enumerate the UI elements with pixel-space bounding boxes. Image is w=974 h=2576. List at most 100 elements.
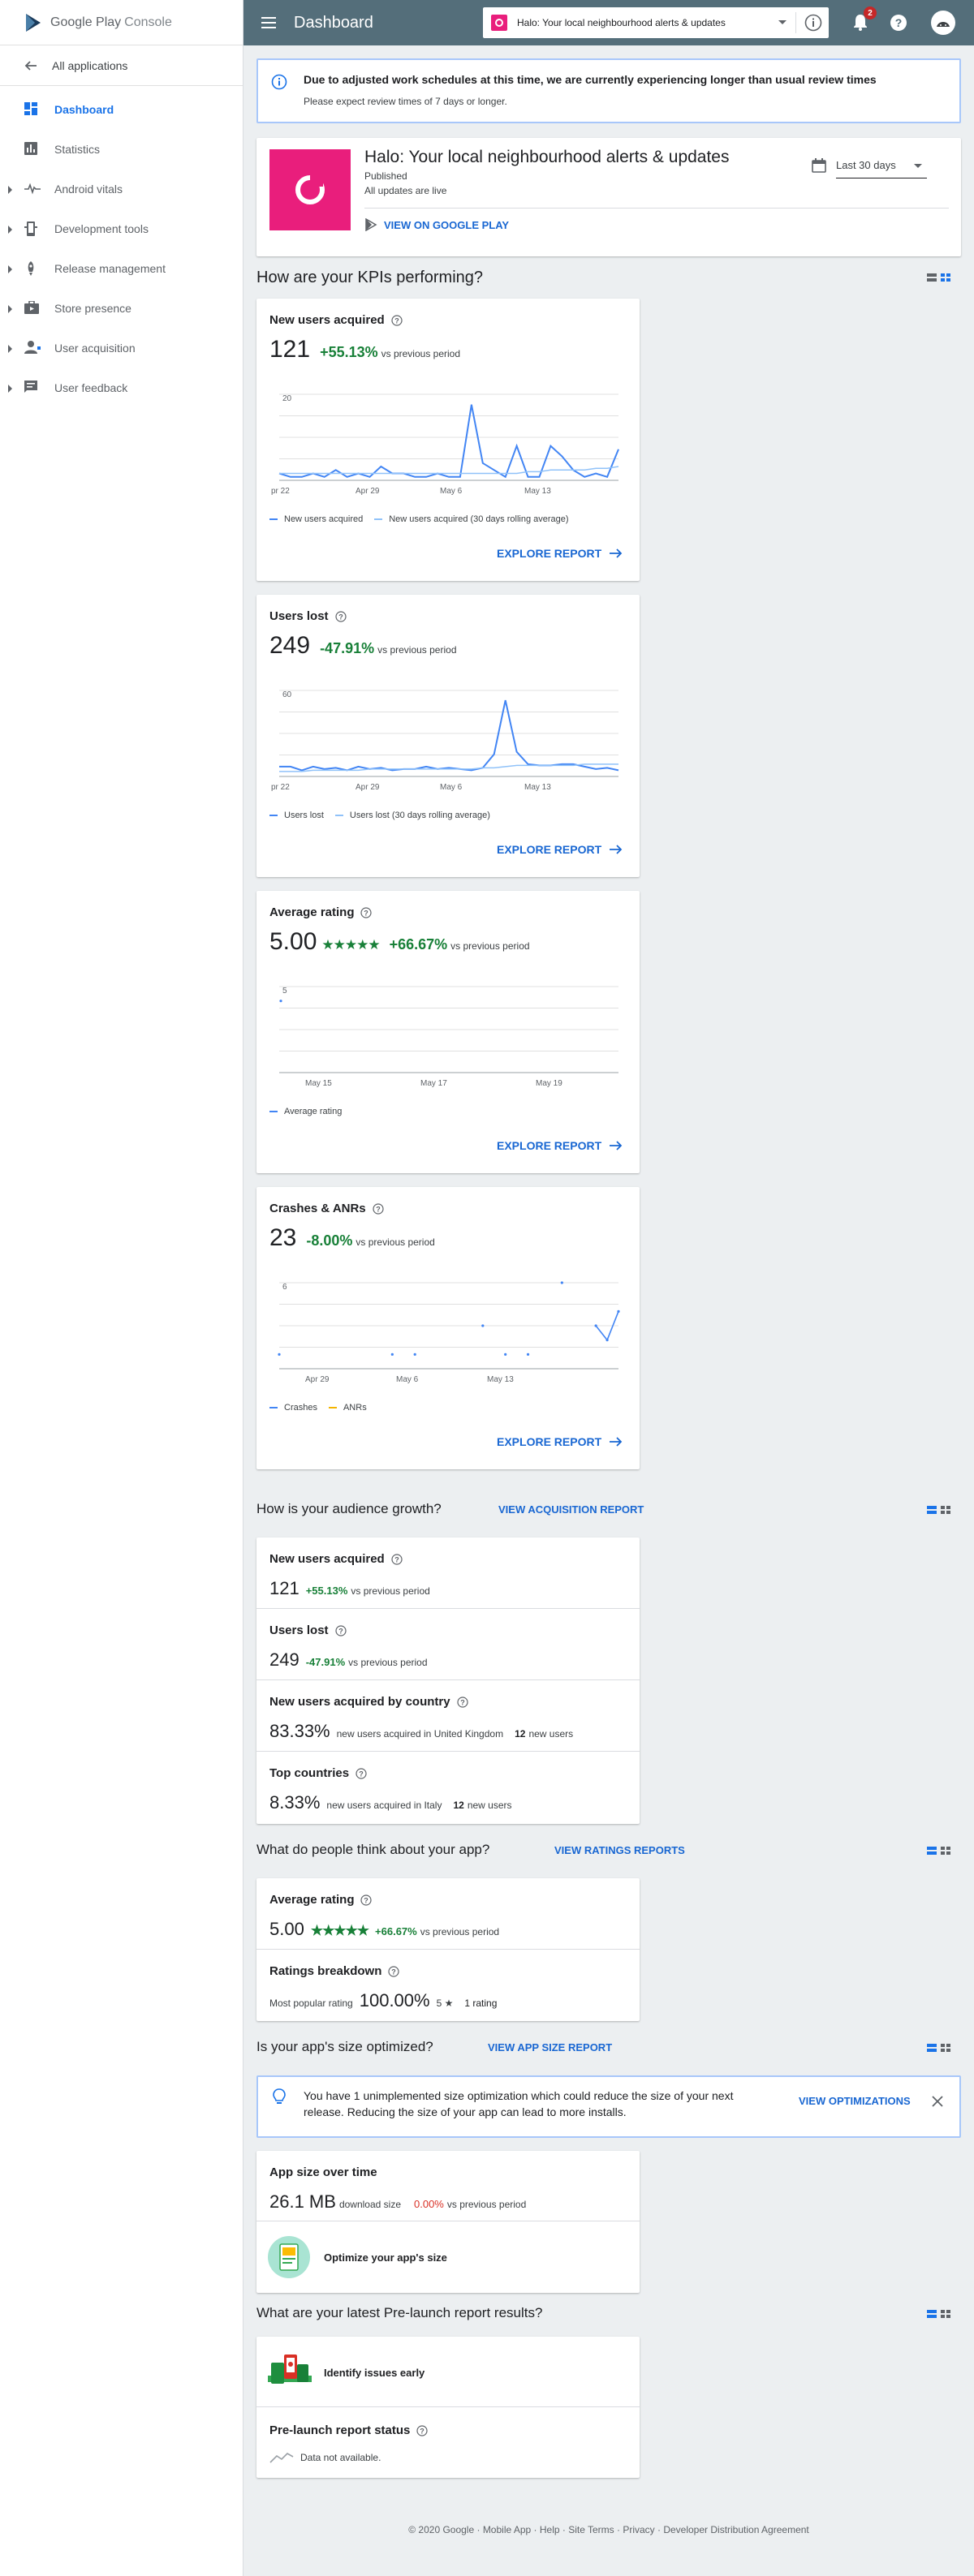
row-value: 249 -47.91% vs previous period <box>269 1649 428 1671</box>
identify-issues-row[interactable]: Identify issues early <box>256 2337 640 2407</box>
row-value-number: 83.33% <box>269 1721 330 1741</box>
grid-view-icon[interactable] <box>941 1506 950 1514</box>
view-toggle[interactable] <box>927 1506 950 1514</box>
expand-arrow-icon[interactable] <box>8 265 12 273</box>
view-toggle[interactable] <box>927 2310 950 2318</box>
list-view-icon[interactable] <box>927 1847 937 1855</box>
list-view-icon[interactable] <box>927 2044 937 2052</box>
date-range-picker[interactable]: Last 30 days <box>812 153 927 178</box>
footer[interactable]: © 2020 Google · Mobile App · Help · Site… <box>244 2524 974 2535</box>
sidebar-item-development-tools[interactable]: Development tools <box>0 209 243 249</box>
logo[interactable]: Google Play Console <box>0 0 243 45</box>
grid-view-icon[interactable] <box>941 1847 950 1855</box>
help-outline-icon[interactable]: ? <box>373 1202 384 1215</box>
help-outline-icon[interactable]: ? <box>388 1965 399 1977</box>
kpi-change: +55.13% <box>320 344 378 360</box>
sidebar-item-release-management[interactable]: Release management <box>0 249 243 289</box>
expand-arrow-icon[interactable] <box>8 226 12 234</box>
svg-text:?: ? <box>420 2427 425 2435</box>
grid-view-icon[interactable] <box>941 2310 950 2318</box>
trend-line-icon <box>269 2453 294 2463</box>
row-count-label: new users <box>528 1728 574 1740</box>
kpi-title-text: Users lost <box>269 609 329 623</box>
view-toggle[interactable] <box>927 2044 950 2052</box>
view-on-google-play-link[interactable]: VIEW ON GOOGLE PLAY <box>364 218 509 231</box>
help-icon[interactable]: ? <box>890 14 907 32</box>
date-range-select[interactable]: Last 30 days <box>836 153 927 178</box>
help-outline-icon[interactable]: ? <box>356 1767 367 1779</box>
view-toggle[interactable] <box>927 1847 950 1855</box>
arrow-back-icon <box>24 60 37 71</box>
close-icon[interactable] <box>932 2096 943 2107</box>
list-view-icon[interactable] <box>927 2310 937 2318</box>
kpi-value: 249 <box>269 632 311 659</box>
prelaunch-card: Identify issues early Pre-launch report … <box>256 2337 640 2478</box>
explore-report-link[interactable]: EXPLORE REPORT <box>497 547 623 560</box>
app-selector[interactable]: Halo: Your local neighbourhood alerts & … <box>483 7 829 38</box>
help-outline-icon[interactable]: ? <box>360 1894 373 1906</box>
x-tick-label: May 15 <box>305 1079 332 1088</box>
expand-arrow-icon[interactable] <box>8 385 12 393</box>
help-outline-icon[interactable]: ? <box>391 1553 403 1565</box>
help-outline-icon[interactable]: ? <box>456 1696 468 1708</box>
row-value-number: 8.33% <box>269 1792 321 1813</box>
sidebar-nav: Dashboard Statistics Android vitals Deve… <box>0 90 243 408</box>
sidebar-item-user-acquisition[interactable]: User acquisition <box>0 329 243 368</box>
avatar[interactable] <box>931 11 955 35</box>
view-ratings-reports-link[interactable]: VIEW RATINGS REPORTS <box>554 1844 685 1856</box>
sidebar-item-label: Statistics <box>54 143 101 156</box>
x-tick-label: Apr 29 <box>305 1375 330 1384</box>
grid-view-icon[interactable] <box>941 273 950 282</box>
star-rating: ★★★★★ <box>310 1923 369 1938</box>
legend-item: ANRs <box>328 1403 367 1413</box>
help-outline-icon[interactable]: ? <box>416 2424 428 2436</box>
explore-report-link[interactable]: EXPLORE REPORT <box>497 843 623 856</box>
view-app-size-report-link[interactable]: VIEW APP SIZE REPORT <box>488 2041 612 2053</box>
row-value: 8.33% new users acquired in Italy 12 new us… <box>269 1792 512 1813</box>
sidebar-item-android-vitals[interactable]: Android vitals <box>0 170 243 209</box>
view-optimizations-link[interactable]: VIEW OPTIMIZATIONS <box>799 2095 911 2107</box>
kpi-vs-label: vs previous period <box>381 348 461 359</box>
sidebar-item-dashboard[interactable]: Dashboard <box>0 90 243 130</box>
kpi-title: Crashes & ANRs? <box>269 1202 384 1215</box>
sidebar-item-user-feedback[interactable]: User feedback <box>0 368 243 408</box>
arrow-forward-icon <box>610 548 623 558</box>
help-outline-icon[interactable]: ? <box>334 1624 347 1636</box>
explore-report-link[interactable]: EXPLORE REPORT <box>497 1139 623 1152</box>
expand-arrow-icon[interactable] <box>8 305 12 313</box>
row-value: 5.00 ★★★★★ +66.67% vs previous period <box>269 1919 499 1940</box>
kpi-card-average-rating: Average rating? 5.00 ★★★★★ +66.67% vs previ… <box>256 891 640 1173</box>
sidebar-item-store-presence[interactable]: Store presence <box>0 289 243 329</box>
grid-view-icon[interactable] <box>941 2044 950 2052</box>
sidebar: Google Play Console All applications Das… <box>0 0 244 2576</box>
kpi-value-row: 121 +55.13% vs previous period <box>269 336 460 363</box>
list-view-icon[interactable] <box>927 273 937 282</box>
help-outline-icon[interactable]: ? <box>391 314 403 326</box>
arrow-forward-icon <box>610 1141 623 1150</box>
view-toggle[interactable] <box>927 273 950 282</box>
row-value: Most popular rating 100.00% 5 ★ 1 rating <box>269 1990 497 2011</box>
rating-count: 1 rating <box>464 1998 498 2009</box>
all-applications-link[interactable]: All applications <box>0 45 243 86</box>
audience-row: Top countries? 8.33% new users acquired i… <box>256 1752 640 1824</box>
list-view-icon[interactable] <box>927 1506 937 1514</box>
menu-icon[interactable] <box>261 17 276 28</box>
info-icon[interactable] <box>804 14 822 32</box>
help-outline-icon[interactable]: ? <box>360 906 373 918</box>
app-icon <box>491 15 507 31</box>
expand-arrow-icon[interactable] <box>8 345 12 353</box>
view-acquisition-report-link[interactable]: VIEW ACQUISITION REPORT <box>498 1503 644 1516</box>
app-size-value: 26.1 MB <box>269 2191 336 2212</box>
ratings-breakdown-row: Ratings breakdown? Most popular rating 10… <box>256 1950 640 2021</box>
data-point <box>481 1324 485 1327</box>
sidebar-item-statistics[interactable]: Statistics <box>0 130 243 170</box>
help-outline-icon[interactable]: ? <box>334 610 347 622</box>
explore-report-link[interactable]: EXPLORE REPORT <box>497 1435 623 1448</box>
optimize-size-row[interactable]: Optimize your app's size <box>256 2221 640 2293</box>
star-label: 5 ★ <box>436 1998 454 2009</box>
row-suffix: vs previous period <box>348 1657 428 1668</box>
crashes-chart: 6 Apr 29 May 6 May 13 <box>278 1281 620 1384</box>
app-status: Published <box>364 170 407 182</box>
expand-arrow-icon[interactable] <box>8 186 12 194</box>
data-point <box>560 1281 563 1284</box>
